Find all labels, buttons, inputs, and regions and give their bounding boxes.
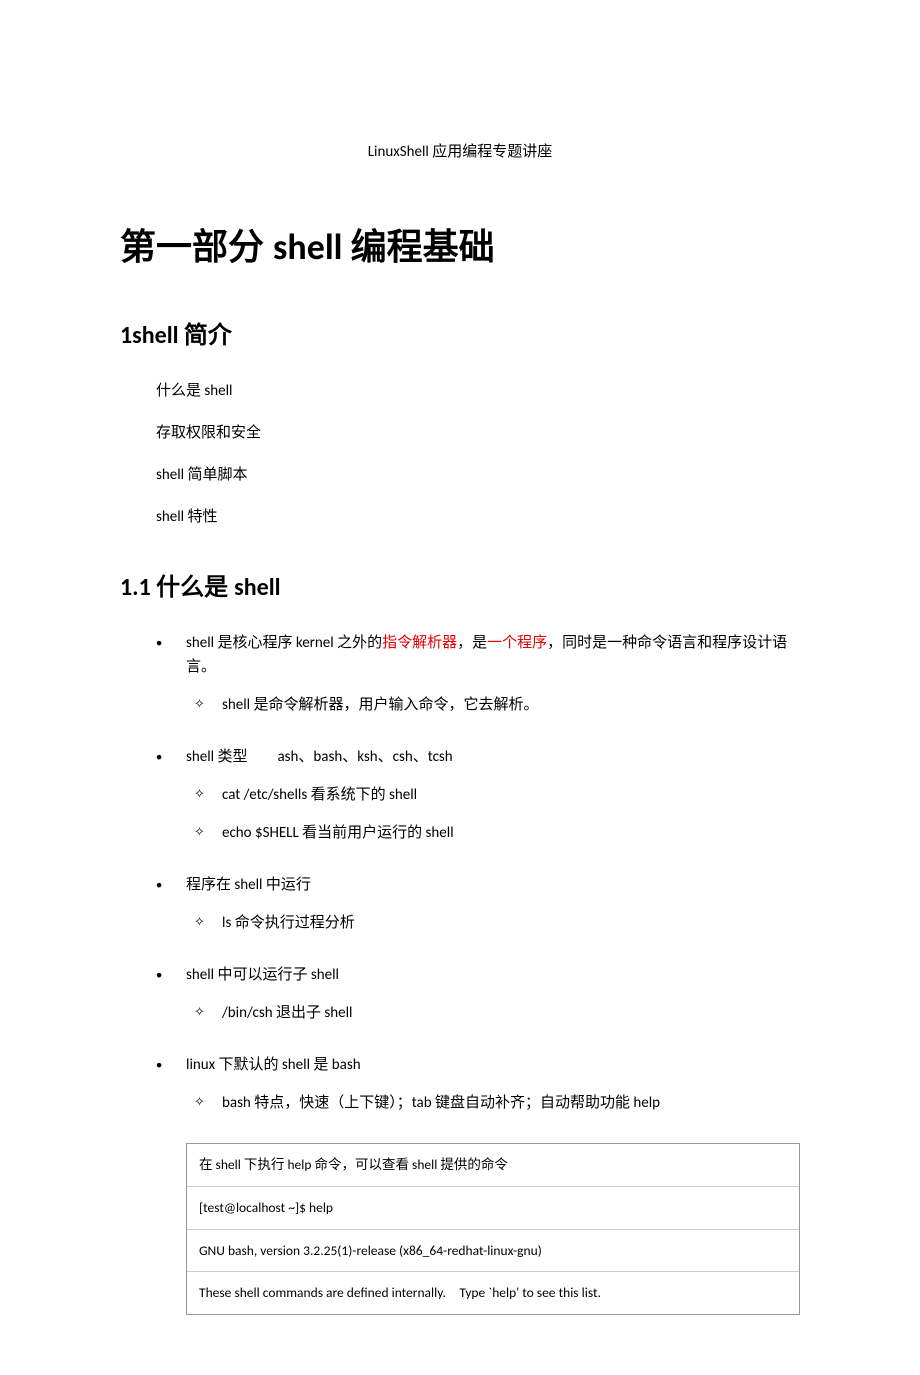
heading-part1: 第一部分 shell 编程基础 xyxy=(120,219,800,277)
bullet-list: shell 是核心程序 kernel 之外的指令解析器，是一个程序，同时是一种命… xyxy=(156,631,800,1129)
h2-1-pre: 1shell xyxy=(120,321,184,350)
diamond-icon xyxy=(194,693,222,717)
sub-item: echo $SHELL 看当前用户运行的 shell xyxy=(194,821,800,845)
h2-1-post: 简介 xyxy=(184,323,232,349)
heading-1-shell-intro: 1shell 简介 xyxy=(120,317,800,355)
text-highlight: 指令解析器 xyxy=(382,634,457,652)
bullet-item: linux 下默认的 shell 是 bash bash 特点，快速（上下键）；… xyxy=(156,1053,800,1129)
h1-suffix: 编程基础 xyxy=(351,227,495,267)
diamond-icon xyxy=(194,821,222,845)
sub-text: ls 命令执行过程分析 xyxy=(222,911,355,935)
document-title: LinuxShell 应用编程专题讲座 xyxy=(120,140,800,164)
diamond-icon xyxy=(194,1001,222,1025)
bullet-content: linux 下默认的 shell 是 bash bash 特点，快速（上下键）；… xyxy=(186,1053,800,1129)
bullet-item: 程序在 shell 中运行 ls 命令执行过程分析 xyxy=(156,873,800,949)
bullet-icon xyxy=(156,745,186,859)
sub-text: bash 特点，快速（上下键）；tab 键盘自动补齐；自动帮助功能 help xyxy=(222,1091,660,1115)
code-box: 在 shell 下执行 help 命令，可以查看 shell 提供的命令 [te… xyxy=(186,1143,800,1314)
sub-item: bash 特点，快速（上下键）；tab 键盘自动补齐；自动帮助功能 help xyxy=(194,1091,800,1115)
bullet-content: shell 中可以运行子 shell /bin/csh 退出子 shell xyxy=(186,963,800,1039)
h1-latin: shell xyxy=(273,225,351,269)
sub-item: /bin/csh 退出子 shell xyxy=(194,1001,800,1025)
diamond-icon xyxy=(194,911,222,935)
bullet-item: shell 类型 ash、bash、ksh、csh、tcsh cat /etc/… xyxy=(156,745,800,859)
bullet-icon xyxy=(156,1053,186,1129)
bullet-item: shell 是核心程序 kernel 之外的指令解析器，是一个程序，同时是一种命… xyxy=(156,631,800,731)
h2-11-mid: 什么是 xyxy=(156,575,234,601)
bullet-item: shell 中可以运行子 shell /bin/csh 退出子 shell xyxy=(156,963,800,1039)
h1-prefix: 第一部分 xyxy=(120,227,273,267)
intro-list: 什么是 shell 存取权限和安全 shell 简单脚本 shell 特性 xyxy=(156,379,800,529)
h2-11-pre: 1.1 xyxy=(120,573,156,602)
text: ，是 xyxy=(457,634,487,652)
sub-item: ls 命令执行过程分析 xyxy=(194,911,800,935)
sub-text: shell 是命令解析器，用户输入命令，它去解析。 xyxy=(222,693,539,717)
diamond-icon xyxy=(194,1091,222,1115)
code-row: 在 shell 下执行 help 命令，可以查看 shell 提供的命令 xyxy=(187,1144,799,1187)
bullet-icon xyxy=(156,631,186,731)
text-highlight: 一个程序 xyxy=(487,634,547,652)
sub-item: shell 是命令解析器，用户输入命令，它去解析。 xyxy=(194,693,800,717)
sub-item: cat /etc/shells 看系统下的 shell xyxy=(194,783,800,807)
sub-text: echo $SHELL 看当前用户运行的 shell xyxy=(222,821,454,845)
intro-item: 什么是 shell xyxy=(156,379,800,403)
bullet-content: shell 类型 ash、bash、ksh、csh、tcsh cat /etc/… xyxy=(186,745,800,859)
text: linux 下默认的 shell 是 bash xyxy=(186,1056,361,1074)
intro-item: 存取权限和安全 xyxy=(156,421,800,445)
intro-item: shell 简单脚本 xyxy=(156,463,800,487)
text: 程序在 shell 中运行 xyxy=(186,876,311,894)
text: shell 类型 ash、bash、ksh、csh、tcsh xyxy=(186,748,453,766)
text: shell 是核心程序 kernel 之外的 xyxy=(186,634,382,652)
code-row: These shell commands are defined interna… xyxy=(187,1272,799,1314)
code-row: [test@localhost ~]$ help xyxy=(187,1187,799,1230)
h2-11-latin: shell xyxy=(234,573,280,602)
bullet-icon xyxy=(156,963,186,1039)
intro-item: shell 特性 xyxy=(156,505,800,529)
sub-text: /bin/csh 退出子 shell xyxy=(222,1001,353,1025)
code-row: GNU bash, version 3.2.25(1)-release (x86… xyxy=(187,1230,799,1273)
heading-1-1-what-is-shell: 1.1 什么是 shell xyxy=(120,569,800,607)
sub-text: cat /etc/shells 看系统下的 shell xyxy=(222,783,417,807)
diamond-icon xyxy=(194,783,222,807)
bullet-content: shell 是核心程序 kernel 之外的指令解析器，是一个程序，同时是一种命… xyxy=(186,631,800,731)
text: shell 中可以运行子 shell xyxy=(186,966,339,984)
bullet-content: 程序在 shell 中运行 ls 命令执行过程分析 xyxy=(186,873,800,949)
bullet-icon xyxy=(156,873,186,949)
